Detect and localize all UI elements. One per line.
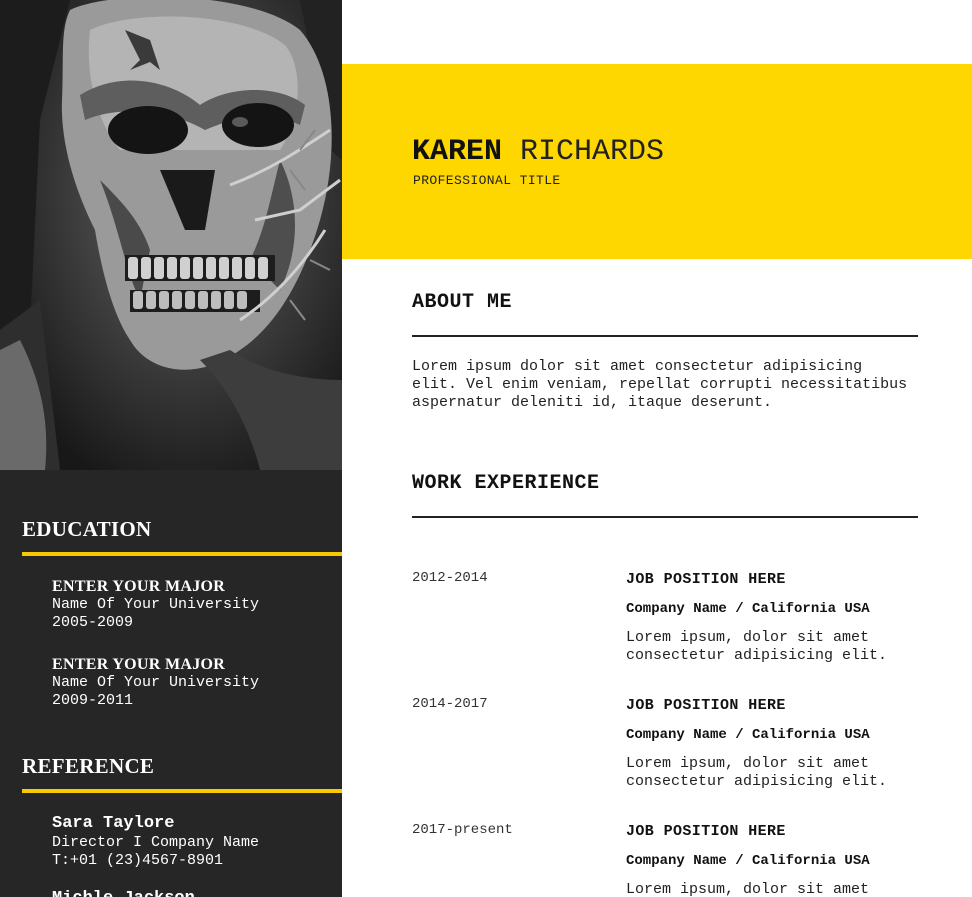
reference-heading: REFERENCE bbox=[22, 754, 155, 778]
job-description: Lorem ipsum, dolor sit amet consectetur … bbox=[626, 755, 888, 790]
job-entry: JOB POSITION HERE Company Name / Califor… bbox=[626, 823, 926, 897]
reference-role: Director I Company Name bbox=[52, 834, 260, 851]
education-item: ENTER YOUR MAJOR Name Of Your University… bbox=[52, 656, 259, 710]
education-university: Name Of Your University bbox=[52, 674, 260, 691]
job-title: JOB POSITION HERE bbox=[626, 571, 786, 588]
job-years: 2012-2014 bbox=[412, 570, 488, 586]
job-company: Company Name / California USA bbox=[626, 727, 870, 743]
reference-item: Michle Jackson bbox=[52, 889, 195, 897]
job-years: 2017-present bbox=[412, 822, 513, 838]
skull-portrait-icon bbox=[0, 0, 342, 470]
reference-item: Sara Taylore Director I Company Name T:+… bbox=[52, 814, 259, 870]
job-title: JOB POSITION HERE bbox=[626, 823, 786, 840]
about-rule bbox=[412, 335, 918, 337]
job-entry: JOB POSITION HERE Company Name / Califor… bbox=[626, 697, 926, 791]
last-name: RICHARDS bbox=[520, 135, 665, 169]
job-description: Lorem ipsum, dolor sit amet consectetur … bbox=[626, 881, 870, 897]
education-major: ENTER YOUR MAJOR bbox=[52, 578, 226, 595]
job-years: 2014-2017 bbox=[412, 696, 488, 712]
education-years: 2005-2009 bbox=[52, 614, 134, 631]
reference-phone: T:+01 (23)4567-8901 bbox=[52, 852, 224, 869]
job-company: Company Name / California USA bbox=[626, 601, 870, 617]
professional-title: PROFESSIONAL TITLE bbox=[413, 173, 561, 188]
work-heading: WORK EXPERIENCE bbox=[412, 472, 600, 495]
education-university: Name Of Your University bbox=[52, 596, 260, 613]
job-title: JOB POSITION HERE bbox=[626, 697, 786, 714]
education-rule bbox=[22, 552, 342, 556]
reference-rule bbox=[22, 789, 342, 793]
work-rule bbox=[412, 516, 918, 518]
job-entry: JOB POSITION HERE Company Name / Califor… bbox=[626, 571, 926, 665]
education-item: ENTER YOUR MAJOR Name Of Your University… bbox=[52, 578, 259, 632]
job-description: Lorem ipsum, dolor sit amet consectetur … bbox=[626, 629, 888, 664]
reference-name: Michle Jackson bbox=[52, 889, 195, 897]
education-major: ENTER YOUR MAJOR bbox=[52, 656, 226, 673]
first-name: KAREN bbox=[412, 135, 503, 169]
header-band: KAREN RICHARDS PROFESSIONAL TITLE bbox=[342, 64, 972, 259]
education-years: 2009-2011 bbox=[52, 692, 134, 709]
job-company: Company Name / California USA bbox=[626, 853, 870, 869]
profile-photo bbox=[0, 0, 342, 470]
education-heading: EDUCATION bbox=[22, 517, 152, 541]
reference-name: Sara Taylore bbox=[52, 814, 175, 833]
full-name: KAREN RICHARDS bbox=[412, 137, 664, 167]
about-heading: ABOUT ME bbox=[412, 291, 513, 314]
sidebar: EDUCATION ENTER YOUR MAJOR Name Of Your … bbox=[0, 0, 342, 897]
about-text: Lorem ipsum dolor sit amet consectetur a… bbox=[412, 358, 908, 411]
